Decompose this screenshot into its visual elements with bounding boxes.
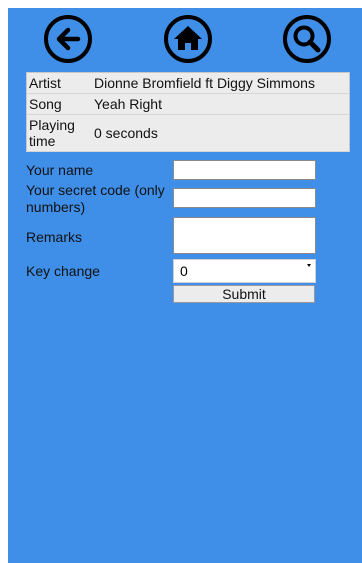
name-input[interactable] [173, 160, 316, 180]
name-label: Your name [26, 162, 94, 178]
key-change-label: Key change [26, 263, 100, 279]
playing-time-label: Playing time [26, 114, 92, 152]
song-label: Song [26, 93, 92, 115]
remarks-input[interactable] [173, 217, 316, 254]
arrow-left-icon [56, 27, 81, 51]
key-change-select[interactable]: 0 [173, 259, 316, 283]
back-button[interactable] [44, 15, 92, 63]
home-icon [174, 26, 202, 50]
playing-time-value: 0 seconds [92, 114, 350, 152]
song-info-table: Artist Dionne Bromfield ft Diggy Simmons… [26, 72, 350, 152]
submit-button[interactable]: Submit [173, 285, 315, 303]
secret-code-input[interactable] [173, 188, 316, 208]
dropdown-caret-icon [307, 264, 311, 267]
home-button[interactable] [164, 15, 212, 63]
remarks-label: Remarks [26, 229, 83, 245]
table-row: Song Yeah Right [26, 93, 350, 115]
secret-code-label: Your secret code (only numbers) [26, 182, 165, 215]
artist-value: Dionne Bromfield ft Diggy Simmons [92, 72, 350, 94]
table-row: Artist Dionne Bromfield ft Diggy Simmons [26, 72, 350, 94]
search-button[interactable] [283, 15, 331, 63]
key-change-value: 0 [180, 263, 188, 279]
search-icon [293, 25, 321, 53]
artist-label: Artist [26, 72, 92, 94]
table-row: Playing time 0 seconds [26, 114, 350, 152]
app-screen: Artist Dionne Bromfield ft Diggy Simmons… [8, 8, 362, 563]
song-value: Yeah Right [92, 93, 350, 115]
